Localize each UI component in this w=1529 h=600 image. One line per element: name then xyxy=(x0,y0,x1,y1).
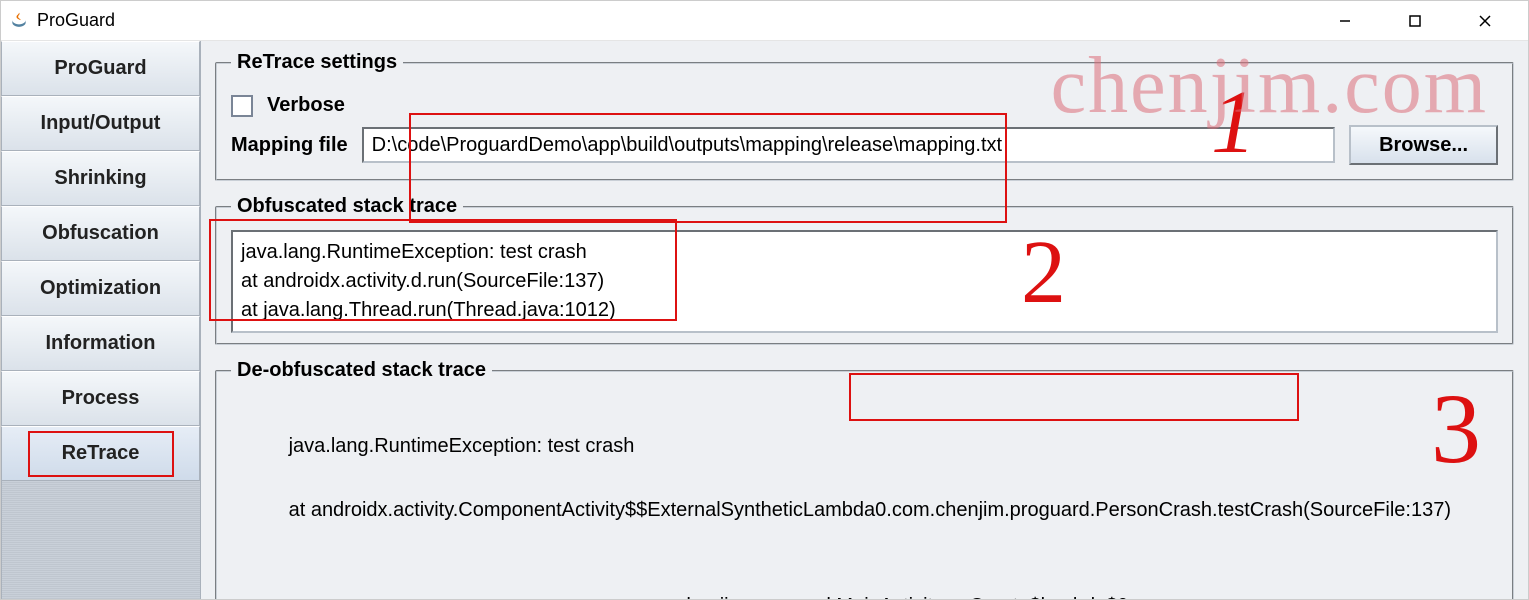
deobfuscated-legend: De-obfuscated stack trace xyxy=(231,359,492,382)
sidebar-item-proguard[interactable]: ProGuard xyxy=(1,41,200,96)
maximize-button[interactable] xyxy=(1392,6,1438,36)
window-title: ProGuard xyxy=(37,10,115,31)
sidebar-item-input-output[interactable]: Input/Output xyxy=(1,96,200,151)
sidebar-item-label: Shrinking xyxy=(54,167,146,190)
browse-button[interactable]: Browse... xyxy=(1349,125,1498,165)
window-controls xyxy=(1322,6,1520,36)
sidebar-item-process[interactable]: Process xyxy=(1,371,200,426)
sidebar-filler xyxy=(1,481,200,599)
sidebar-item-label: Process xyxy=(62,387,140,410)
mapping-file-input[interactable] xyxy=(362,127,1335,163)
sidebar: ProGuard Input/Output Shrinking Obfuscat… xyxy=(1,41,201,599)
sidebar-item-shrinking[interactable]: Shrinking xyxy=(1,151,200,206)
sidebar-item-label: Input/Output xyxy=(41,112,161,135)
sidebar-item-retrace[interactable]: ReTrace xyxy=(1,426,200,481)
deobf-line: at androidx.activity.ComponentActivity$$… xyxy=(289,499,1451,521)
mapping-file-label: Mapping file xyxy=(231,134,348,157)
minimize-button[interactable] xyxy=(1322,6,1368,36)
titlebar: ProGuard xyxy=(1,1,1528,41)
sidebar-item-label: ReTrace xyxy=(62,442,140,465)
deobfuscated-group: De-obfuscated stack trace java.lang.Runt… xyxy=(215,359,1514,599)
sidebar-item-obfuscation[interactable]: Obfuscation xyxy=(1,206,200,261)
deobf-line: java.lang.RuntimeException: test crash xyxy=(289,435,635,457)
app-window: ProGuard ProGuard Input/Output Shrinking… xyxy=(0,0,1529,600)
sidebar-item-label: Obfuscation xyxy=(42,222,159,245)
close-button[interactable] xyxy=(1462,6,1508,36)
main-panel: ReTrace settings Verbose Mapping file Br… xyxy=(201,41,1528,599)
obfuscated-stack-textarea[interactable]: java.lang.RuntimeException: test crash a… xyxy=(231,230,1498,333)
sidebar-item-label: Information xyxy=(46,332,156,355)
deobf-line: com.chenjim.proguard.MainActivity.onCrea… xyxy=(233,590,1496,599)
verbose-label: Verbose xyxy=(267,94,345,117)
obfuscated-group: Obfuscated stack trace java.lang.Runtime… xyxy=(215,195,1514,345)
sidebar-item-label: ProGuard xyxy=(54,57,146,80)
sidebar-item-information[interactable]: Information xyxy=(1,316,200,371)
retrace-settings-legend: ReTrace settings xyxy=(231,51,403,74)
deobfuscated-stack-text: java.lang.RuntimeException: test crash a… xyxy=(231,394,1498,599)
verbose-checkbox[interactable] xyxy=(231,95,253,117)
sidebar-item-optimization[interactable]: Optimization xyxy=(1,261,200,316)
sidebar-item-label: Optimization xyxy=(40,277,161,300)
obfuscated-legend: Obfuscated stack trace xyxy=(231,195,463,218)
java-cup-icon xyxy=(9,11,29,31)
body: ProGuard Input/Output Shrinking Obfuscat… xyxy=(1,41,1528,599)
retrace-settings-group: ReTrace settings Verbose Mapping file Br… xyxy=(215,51,1514,181)
